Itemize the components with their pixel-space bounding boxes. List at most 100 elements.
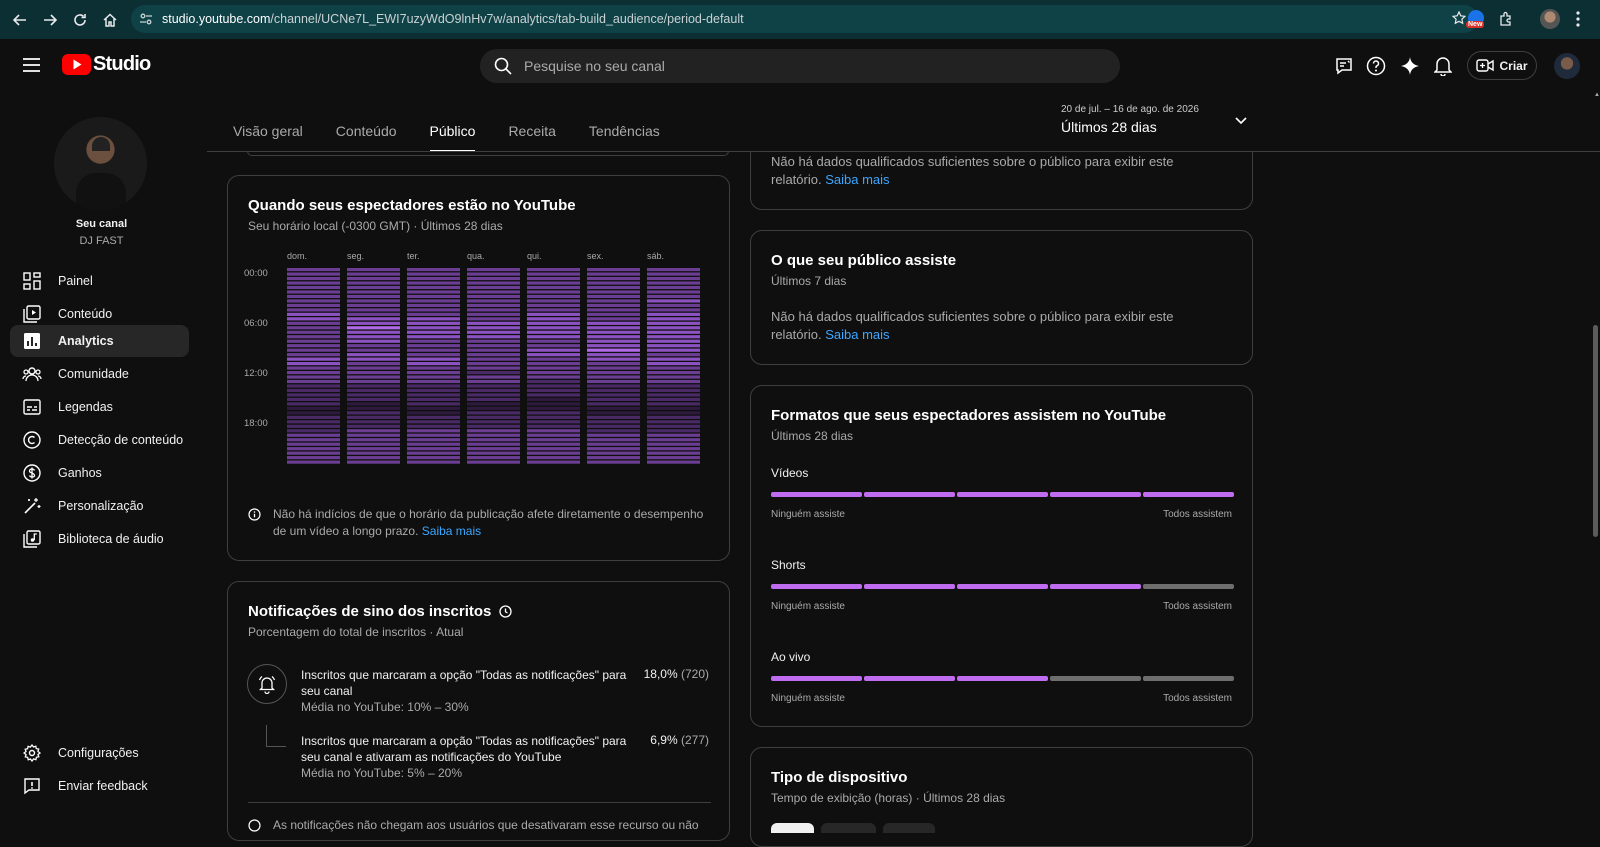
heatmap-cell[interactable] bbox=[347, 370, 400, 375]
heatmap-cell[interactable] bbox=[647, 393, 700, 397]
heatmap-cell[interactable] bbox=[527, 348, 580, 352]
heatmap-cell[interactable] bbox=[287, 388, 340, 393]
heatmap-cell[interactable] bbox=[407, 353, 460, 357]
heatmap-cell[interactable] bbox=[347, 442, 400, 446]
heatmap-cell[interactable] bbox=[467, 348, 520, 352]
heatmap-cell[interactable] bbox=[287, 406, 340, 410]
heatmap-cell[interactable] bbox=[287, 308, 340, 312]
heatmap-cell[interactable] bbox=[287, 321, 340, 325]
heatmap-cell[interactable] bbox=[647, 285, 700, 290]
heatmap-cell[interactable] bbox=[527, 370, 580, 375]
heatmap-cell[interactable] bbox=[347, 433, 400, 437]
heatmap-cell[interactable] bbox=[587, 411, 640, 415]
heatmap-cell[interactable] bbox=[467, 317, 520, 321]
heatmap-cell[interactable] bbox=[467, 362, 520, 366]
heatmap-cell[interactable] bbox=[527, 429, 580, 433]
heatmap-cell[interactable] bbox=[527, 388, 580, 393]
heatmap-cell[interactable] bbox=[587, 308, 640, 312]
heatmap-cell[interactable] bbox=[467, 299, 520, 303]
heatmap-cell[interactable] bbox=[527, 312, 580, 316]
search-input[interactable]: Pesquise no seu canal bbox=[524, 58, 665, 74]
heatmap-cell[interactable] bbox=[407, 268, 460, 272]
heatmap-cell[interactable] bbox=[407, 424, 460, 428]
heatmap-cell[interactable] bbox=[287, 397, 340, 402]
heatmap-cell[interactable] bbox=[527, 290, 580, 294]
heatmap-cell[interactable] bbox=[347, 438, 400, 442]
heatmap-cell[interactable] bbox=[647, 433, 700, 437]
heatmap-cell[interactable] bbox=[287, 317, 340, 321]
heatmap-cell[interactable] bbox=[587, 384, 640, 388]
heatmap-cell[interactable] bbox=[347, 308, 400, 312]
heatmap-cell[interactable] bbox=[407, 411, 460, 415]
learn-more-link[interactable]: Saiba mais bbox=[825, 327, 889, 342]
heatmap-cell[interactable] bbox=[407, 303, 460, 307]
heatmap-cell[interactable] bbox=[587, 424, 640, 428]
heatmap-cell[interactable] bbox=[407, 456, 460, 460]
heatmap-cell[interactable] bbox=[527, 357, 580, 361]
heatmap-cell[interactable] bbox=[647, 429, 700, 433]
heatmap-cell[interactable] bbox=[467, 433, 520, 437]
heatmap-cell[interactable] bbox=[587, 366, 640, 370]
heatmap-cell[interactable] bbox=[527, 402, 580, 406]
heatmap-cell[interactable] bbox=[647, 353, 700, 357]
heatmap-cell[interactable] bbox=[587, 281, 640, 285]
heatmap-cell[interactable] bbox=[287, 415, 340, 419]
heatmap-cell[interactable] bbox=[467, 370, 520, 375]
heatmap-cell[interactable] bbox=[647, 290, 700, 294]
heatmap-cell[interactable] bbox=[527, 321, 580, 325]
heatmap-cell[interactable] bbox=[467, 388, 520, 393]
heatmap-cell[interactable] bbox=[347, 294, 400, 299]
heatmap-cell[interactable] bbox=[587, 388, 640, 393]
heatmap-cell[interactable] bbox=[587, 375, 640, 379]
heatmap-cell[interactable] bbox=[347, 303, 400, 307]
sidebar-item-ganhos[interactable]: Ganhos bbox=[10, 457, 189, 489]
heatmap-cell[interactable] bbox=[587, 348, 640, 352]
heatmap-cell[interactable] bbox=[347, 447, 400, 451]
heatmap-cell[interactable] bbox=[587, 276, 640, 281]
heatmap-cell[interactable] bbox=[287, 442, 340, 446]
heatmap-cell[interactable] bbox=[527, 393, 580, 397]
heatmap-cell[interactable] bbox=[467, 366, 520, 370]
heatmap-cell[interactable] bbox=[287, 276, 340, 281]
heatmap-cell[interactable] bbox=[587, 321, 640, 325]
heatmap-cell[interactable] bbox=[407, 397, 460, 402]
heatmap-cell[interactable] bbox=[347, 326, 400, 330]
heatmap-cell[interactable] bbox=[407, 276, 460, 281]
heatmap-cell[interactable] bbox=[647, 362, 700, 366]
heatmap-cell[interactable] bbox=[527, 384, 580, 388]
heatmap-cell[interactable] bbox=[587, 393, 640, 397]
heatmap-cell[interactable] bbox=[467, 285, 520, 290]
heatmap-cell[interactable] bbox=[647, 370, 700, 375]
heatmap-cell[interactable] bbox=[347, 290, 400, 294]
heatmap-cell[interactable] bbox=[407, 388, 460, 393]
heatmap-cell[interactable] bbox=[647, 330, 700, 334]
heatmap-cell[interactable] bbox=[347, 285, 400, 290]
heatmap-cell[interactable] bbox=[347, 415, 400, 419]
page-scrollbar[interactable]: ▲ bbox=[1592, 92, 1600, 827]
heatmap-cell[interactable] bbox=[287, 366, 340, 370]
heatmap-cell[interactable] bbox=[527, 420, 580, 424]
heatmap-cell[interactable] bbox=[407, 438, 460, 442]
heatmap-cell[interactable] bbox=[527, 451, 580, 455]
extensions-puzzle-icon[interactable] bbox=[1498, 11, 1514, 27]
heatmap-cell[interactable] bbox=[347, 375, 400, 379]
heatmap-cell[interactable] bbox=[407, 447, 460, 451]
heatmap-cell[interactable] bbox=[467, 308, 520, 312]
heatmap-cell[interactable] bbox=[527, 308, 580, 312]
heatmap-cell[interactable] bbox=[287, 326, 340, 330]
heatmap-cell[interactable] bbox=[347, 456, 400, 460]
heatmap-cell[interactable] bbox=[407, 415, 460, 419]
heatmap-cell[interactable] bbox=[287, 460, 340, 464]
heatmap-cell[interactable] bbox=[647, 366, 700, 370]
heatmap-cell[interactable] bbox=[527, 379, 580, 384]
heatmap-cell[interactable] bbox=[527, 335, 580, 339]
heatmap-cell[interactable] bbox=[347, 420, 400, 424]
heatmap-cell[interactable] bbox=[647, 379, 700, 384]
heatmap-cell[interactable] bbox=[647, 326, 700, 330]
heatmap-cell[interactable] bbox=[527, 299, 580, 303]
heatmap-cell[interactable] bbox=[527, 317, 580, 321]
heatmap-cell[interactable] bbox=[527, 375, 580, 379]
heatmap-cell[interactable] bbox=[647, 308, 700, 312]
heatmap-cell[interactable] bbox=[347, 353, 400, 357]
heatmap-cell[interactable] bbox=[467, 415, 520, 419]
